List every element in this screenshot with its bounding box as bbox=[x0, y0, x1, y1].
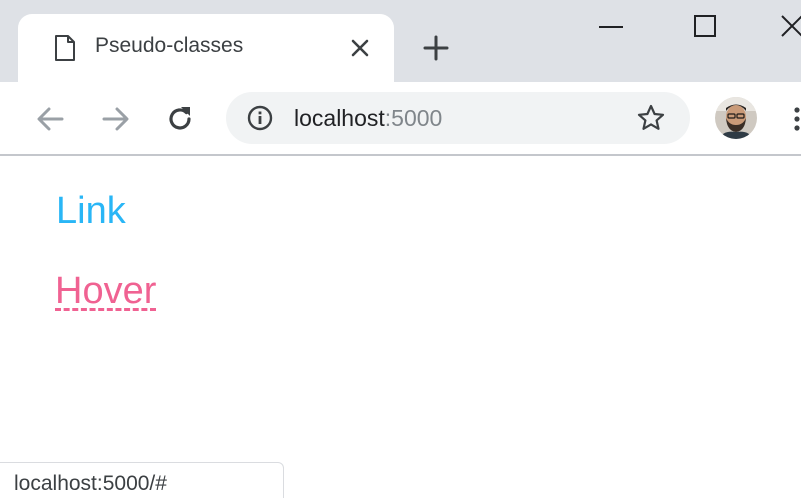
browser-toolbar: localhost:5000 bbox=[0, 82, 801, 155]
link-demo[interactable]: Link bbox=[56, 192, 126, 230]
url-host: localhost bbox=[294, 105, 385, 131]
reload-icon[interactable] bbox=[164, 103, 196, 135]
kebab-menu-icon[interactable] bbox=[792, 103, 801, 135]
star-icon[interactable] bbox=[636, 103, 666, 133]
address-bar[interactable]: localhost:5000 bbox=[226, 92, 690, 144]
window-close-icon[interactable] bbox=[780, 14, 801, 38]
url-port: :5000 bbox=[384, 105, 443, 131]
arrow-right-icon[interactable] bbox=[100, 103, 132, 135]
url-text[interactable]: localhost:5000 bbox=[294, 105, 442, 132]
tab-title: Pseudo-classes bbox=[95, 34, 244, 57]
browser-window: Pseudo-classes localhost:5000 Link Hover… bbox=[0, 0, 801, 498]
page-content: Link Hover bbox=[0, 156, 801, 498]
status-bar: localhost:5000/# bbox=[0, 462, 284, 498]
info-icon[interactable] bbox=[247, 105, 273, 131]
maximize-icon[interactable] bbox=[693, 14, 717, 38]
avatar[interactable] bbox=[715, 97, 757, 139]
tab-strip: Pseudo-classes bbox=[0, 0, 801, 82]
minimize-icon[interactable] bbox=[598, 16, 624, 38]
arrow-left-icon[interactable] bbox=[34, 103, 66, 135]
hover-demo-link[interactable]: Hover bbox=[55, 272, 156, 310]
tab-active[interactable]: Pseudo-classes bbox=[18, 14, 394, 82]
close-icon[interactable] bbox=[348, 36, 372, 60]
plus-icon[interactable] bbox=[422, 34, 450, 62]
page-icon bbox=[55, 35, 75, 61]
avatar-image bbox=[715, 97, 757, 139]
